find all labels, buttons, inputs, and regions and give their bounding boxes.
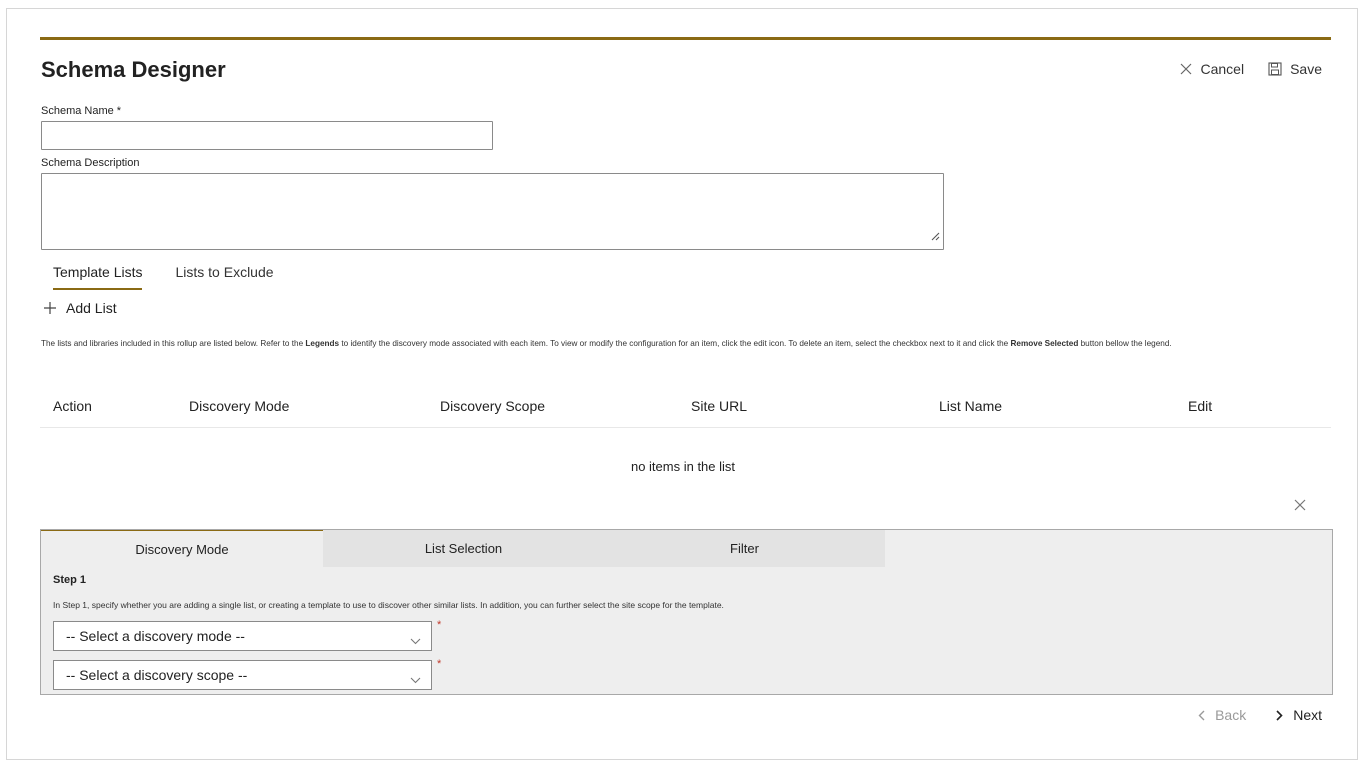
schema-description-textarea[interactable] — [41, 173, 944, 250]
wizard-tab-filter[interactable]: Filter — [604, 530, 885, 567]
chevron-down-icon — [410, 632, 421, 648]
tab-lists-to-exclude[interactable]: Lists to Exclude — [175, 264, 273, 290]
column-header-action: Action — [53, 398, 92, 414]
help-text-part: button bellow the legend. — [1078, 339, 1172, 348]
add-list-button[interactable]: Add List — [44, 300, 117, 316]
close-icon — [1180, 63, 1192, 75]
back-button[interactable]: Back — [1198, 707, 1246, 723]
column-header-discovery-scope: Discovery Scope — [440, 398, 546, 414]
wizard-tab-list-selection[interactable]: List Selection — [323, 530, 604, 567]
required-marker: * — [437, 619, 442, 631]
save-button[interactable]: Save — [1268, 61, 1322, 77]
step-description: In Step 1, specify whether you are addin… — [53, 600, 724, 610]
chevron-down-icon — [410, 671, 421, 687]
next-label: Next — [1293, 707, 1322, 723]
wizard-tabs: Discovery Mode List Selection Filter — [41, 530, 885, 568]
discovery-wizard: Discovery Mode List Selection Filter Ste… — [40, 529, 1333, 695]
wizard-navigation: Back Next — [1198, 707, 1322, 723]
step-title: Step 1 — [53, 574, 87, 586]
plus-icon — [44, 302, 56, 314]
required-marker: * — [437, 658, 442, 670]
discovery-scope-placeholder: -- Select a discovery scope -- — [66, 667, 248, 683]
discovery-scope-select[interactable]: -- Select a discovery scope -- — [53, 660, 432, 690]
schema-name-input[interactable] — [41, 121, 493, 150]
close-wizard-icon[interactable] — [1294, 498, 1306, 516]
empty-list-message: no items in the list — [630, 459, 736, 474]
wizard-tab-discovery-mode[interactable]: Discovery Mode — [41, 530, 323, 568]
discovery-mode-select[interactable]: -- Select a discovery mode -- — [53, 621, 432, 651]
resize-handle-icon[interactable] — [930, 228, 940, 246]
table-header: Action Discovery Mode Discovery Scope Si… — [40, 387, 1331, 428]
save-label: Save — [1290, 61, 1322, 77]
column-header-site-url: Site URL — [691, 398, 748, 414]
schema-name-label: Schema Name * — [41, 105, 122, 117]
next-button[interactable]: Next — [1276, 707, 1322, 723]
list-tabs: Template Lists Lists to Exclude — [53, 264, 274, 290]
save-icon — [1268, 62, 1282, 76]
chevron-left-icon — [1198, 710, 1205, 721]
header-accent-bar — [40, 37, 1331, 40]
help-text-part: The lists and libraries included in this… — [41, 339, 306, 348]
help-text-part: to identify the discovery mode associate… — [339, 339, 1011, 348]
page-title: Schema Designer — [41, 57, 226, 82]
tab-template-lists[interactable]: Template Lists — [53, 264, 143, 290]
chevron-right-icon — [1276, 709, 1283, 721]
help-text: The lists and libraries included in this… — [41, 338, 1331, 349]
discovery-mode-placeholder: -- Select a discovery mode -- — [66, 628, 245, 644]
header-actions: Cancel Save — [1180, 61, 1322, 77]
column-header-discovery-mode: Discovery Mode — [189, 398, 290, 414]
schema-description-label: Schema Description — [41, 157, 140, 169]
back-label: Back — [1215, 707, 1247, 723]
remove-selected-term: Remove Selected — [1010, 339, 1079, 348]
cancel-label: Cancel — [1200, 61, 1245, 77]
cancel-button[interactable]: Cancel — [1180, 61, 1244, 77]
add-list-label: Add List — [66, 300, 117, 316]
column-header-list-name: List Name — [939, 398, 1003, 414]
legends-term: Legends — [305, 339, 340, 348]
column-header-edit: Edit — [1188, 398, 1213, 414]
